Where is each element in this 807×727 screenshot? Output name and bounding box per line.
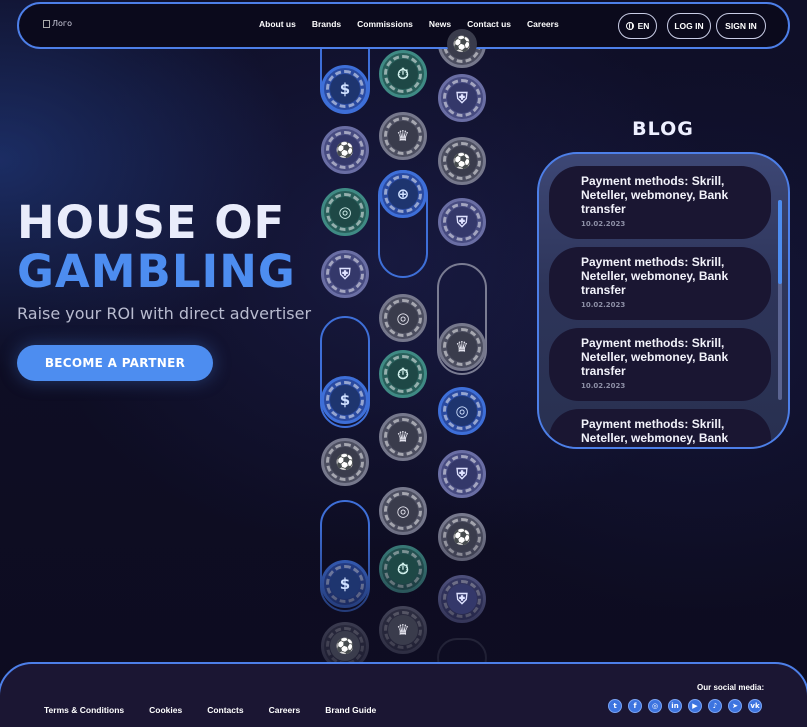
blog-post-date: 10.02.2023 [581,301,626,309]
blog-post-date: 10.02.2023 [581,382,626,390]
language-label: EN [637,21,650,31]
footer-links: Terms & Conditions Cookies Contacts Care… [44,705,401,715]
blog-list[interactable]: Payment methods: Skrill, Neteller, webmo… [549,166,771,447]
hero-title-line2: GAMBLING [17,245,296,298]
blog-scrollbar-thumb[interactable] [778,200,782,284]
footer-link-cookies[interactable]: Cookies [149,705,182,715]
blog-post-card[interactable]: Payment methods: Skrill, Neteller, webmo… [549,409,771,447]
language-selector[interactable]: EN [618,13,657,39]
become-partner-button[interactable]: BECOME A PARTNER [17,345,213,381]
blog-panel: Payment methods: Skrill, Neteller, webmo… [537,152,790,449]
vk-icon[interactable]: vk [748,699,762,713]
blog-title: BLOG [632,118,694,140]
telegram-icon[interactable]: ➤ [728,699,742,713]
hero-title-line1: HOUSE OF [17,196,286,249]
footer [0,662,807,727]
twitter-icon[interactable]: t [608,699,622,713]
top-navbar: Лого About us Brands Commissions News Co… [17,2,790,49]
blog-post-card[interactable]: Payment methods: Skrill, Neteller, webmo… [549,166,771,239]
facebook-icon[interactable]: f [628,699,642,713]
footer-link-terms[interactable]: Terms & Conditions [44,705,124,715]
blog-post-card[interactable]: Payment methods: Skrill, Neteller, webmo… [549,328,771,401]
nav-about-us[interactable]: About us [259,19,296,29]
broken-image-icon [43,19,50,28]
footer-link-brand-guide[interactable]: Brand Guide [325,705,376,715]
instagram-icon[interactable]: ◎ [648,699,662,713]
linkedin-icon[interactable]: in [668,699,682,713]
hero-title: HOUSE OF GAMBLING [17,198,296,296]
blog-post-card[interactable]: Payment methods: Skrill, Neteller, webmo… [549,247,771,320]
social-label: Our social media: [697,683,765,692]
blog-post-title: Payment methods: Skrill, Neteller, webmo… [581,255,729,297]
tiktok-icon[interactable]: ♪ [708,699,722,713]
youtube-icon[interactable]: ▶ [688,699,702,713]
blog-post-title: Payment methods: Skrill, Neteller, webmo… [581,336,729,378]
social-icons: t f ◎ in ▶ ♪ ➤ vk [608,699,762,713]
nav-careers[interactable]: Careers [527,19,559,29]
nav-brands[interactable]: Brands [312,19,341,29]
footer-link-careers[interactable]: Careers [269,705,301,715]
blog-post-title: Payment methods: Skrill, Neteller, webmo… [581,417,729,445]
nav-contact-us[interactable]: Contact us [467,19,511,29]
signin-button[interactable]: SIGN IN [716,13,766,39]
blog-post-date: 10.02.2023 [581,220,626,228]
login-button[interactable]: LOG IN [667,13,711,39]
nav-news[interactable]: News [429,19,451,29]
globe-icon [625,22,634,30]
blog-post-title: Payment methods: Skrill, Neteller, webmo… [581,174,729,216]
footer-link-contacts[interactable]: Contacts [207,705,243,715]
logo-alt-text: Лого [52,19,73,28]
nav-commissions[interactable]: Commissions [357,19,413,29]
hero-subtitle: Raise your ROI with direct advertiser [17,304,312,323]
main-nav: About us Brands Commissions News Contact… [259,19,559,29]
logo[interactable]: Лого [43,19,72,28]
